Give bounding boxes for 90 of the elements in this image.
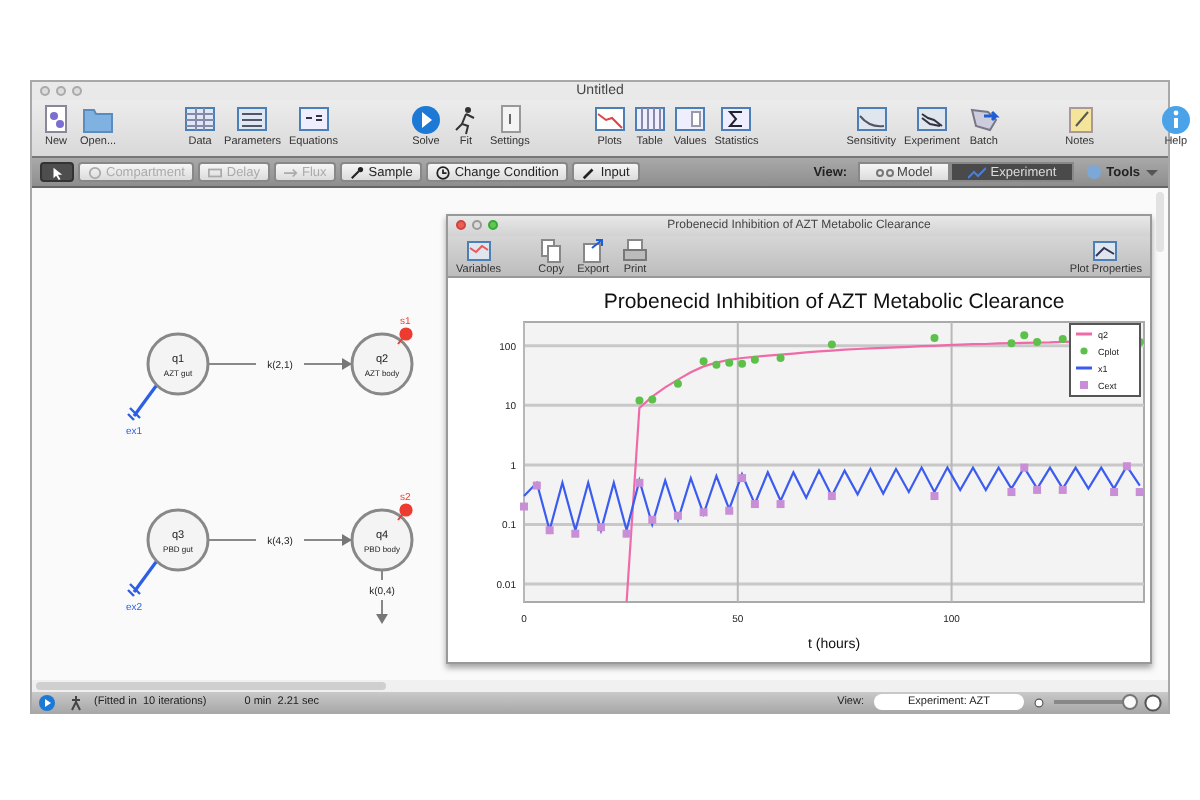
flux-arrow[interactable] bbox=[207, 534, 352, 546]
compartment-node[interactable] bbox=[350, 332, 414, 396]
data-point bbox=[724, 506, 733, 515]
plot-settings-icon bbox=[1092, 237, 1119, 264]
data-point bbox=[698, 357, 707, 366]
data-point bbox=[531, 481, 540, 490]
copy-icon bbox=[538, 237, 565, 264]
grid-icon bbox=[236, 104, 269, 136]
data-point bbox=[595, 523, 604, 532]
data-point bbox=[1032, 485, 1041, 494]
info-icon bbox=[1159, 104, 1192, 136]
notepad-icon bbox=[1063, 104, 1096, 136]
equation-icon bbox=[297, 104, 330, 136]
line-chart-icon bbox=[593, 104, 626, 136]
data-point bbox=[724, 358, 733, 367]
data-point bbox=[826, 492, 835, 501]
data-point bbox=[570, 529, 579, 538]
values-icon bbox=[674, 104, 707, 136]
printer-icon bbox=[622, 237, 649, 264]
compartment-node[interactable] bbox=[146, 508, 210, 572]
chart-legend bbox=[1068, 323, 1140, 397]
data-point bbox=[634, 478, 643, 487]
flux-arrow[interactable] bbox=[207, 358, 352, 370]
data-point bbox=[519, 502, 527, 511]
arrow-icon bbox=[284, 165, 298, 179]
chart-icon bbox=[465, 237, 492, 264]
model-icon bbox=[875, 165, 894, 179]
clock-icon bbox=[436, 165, 451, 179]
data-point bbox=[1006, 339, 1015, 348]
syringe-icon bbox=[582, 165, 597, 179]
document-icon bbox=[40, 104, 72, 136]
arrow-icon bbox=[967, 104, 1000, 136]
large-circle-icon bbox=[1144, 693, 1162, 711]
pipette-icon bbox=[350, 165, 365, 179]
data-point bbox=[1121, 462, 1130, 471]
figure-icon[interactable] bbox=[66, 693, 84, 711]
caret-icon bbox=[1144, 164, 1160, 180]
scrollbar[interactable] bbox=[36, 682, 386, 690]
data-point bbox=[749, 355, 758, 364]
data-point bbox=[621, 529, 630, 538]
compartment-node[interactable] bbox=[146, 332, 210, 396]
sample-marker[interactable] bbox=[397, 503, 413, 521]
zoom-slider[interactable] bbox=[1054, 694, 1134, 710]
compartment-node[interactable] bbox=[350, 508, 414, 572]
plot-icon bbox=[855, 104, 888, 136]
data-point bbox=[711, 360, 720, 369]
data-point bbox=[929, 333, 938, 342]
data-point bbox=[544, 526, 553, 535]
globe-icon bbox=[1086, 164, 1103, 180]
data-point bbox=[737, 474, 746, 483]
play-icon[interactable] bbox=[38, 693, 56, 711]
data-point bbox=[929, 492, 938, 501]
scatter-plot-icon bbox=[915, 104, 948, 136]
play-icon bbox=[409, 104, 442, 136]
data-point bbox=[1109, 488, 1118, 497]
data-point bbox=[775, 500, 784, 509]
data-point bbox=[1019, 331, 1028, 340]
scrollbar[interactable] bbox=[1156, 192, 1164, 252]
data-point bbox=[1057, 485, 1066, 494]
table-icon bbox=[633, 104, 666, 136]
folder-icon bbox=[82, 104, 115, 136]
data-point bbox=[775, 354, 784, 363]
data-point bbox=[1019, 463, 1028, 472]
slider-thumb[interactable] bbox=[1122, 694, 1138, 710]
export-icon bbox=[580, 237, 607, 264]
data-point bbox=[672, 511, 681, 520]
line-chart-icon bbox=[968, 165, 987, 179]
input-marker[interactable] bbox=[126, 561, 158, 598]
chart-title: Probenecid Inhibition of AZT Metabolic Clearance bbox=[602, 290, 1064, 314]
small-circle-icon bbox=[1034, 697, 1044, 707]
data-point bbox=[672, 379, 681, 388]
data-point bbox=[1134, 488, 1143, 497]
pointer-tool[interactable] bbox=[40, 162, 74, 182]
sample-marker[interactable] bbox=[397, 327, 413, 345]
data-point bbox=[634, 396, 643, 405]
data-point bbox=[1006, 488, 1015, 497]
data-point bbox=[737, 359, 746, 368]
data-point bbox=[698, 508, 707, 517]
rectangle-icon bbox=[208, 165, 223, 179]
grid-icon bbox=[184, 104, 217, 136]
input-marker[interactable] bbox=[126, 385, 158, 422]
data-point bbox=[1057, 334, 1066, 343]
circle-icon bbox=[88, 165, 102, 179]
pointer-icon bbox=[50, 165, 64, 179]
data-point bbox=[1032, 338, 1041, 347]
data-point bbox=[647, 515, 656, 524]
summation-icon bbox=[720, 104, 753, 136]
data-point bbox=[749, 500, 758, 509]
data-point bbox=[647, 395, 656, 404]
data-point bbox=[826, 340, 835, 349]
